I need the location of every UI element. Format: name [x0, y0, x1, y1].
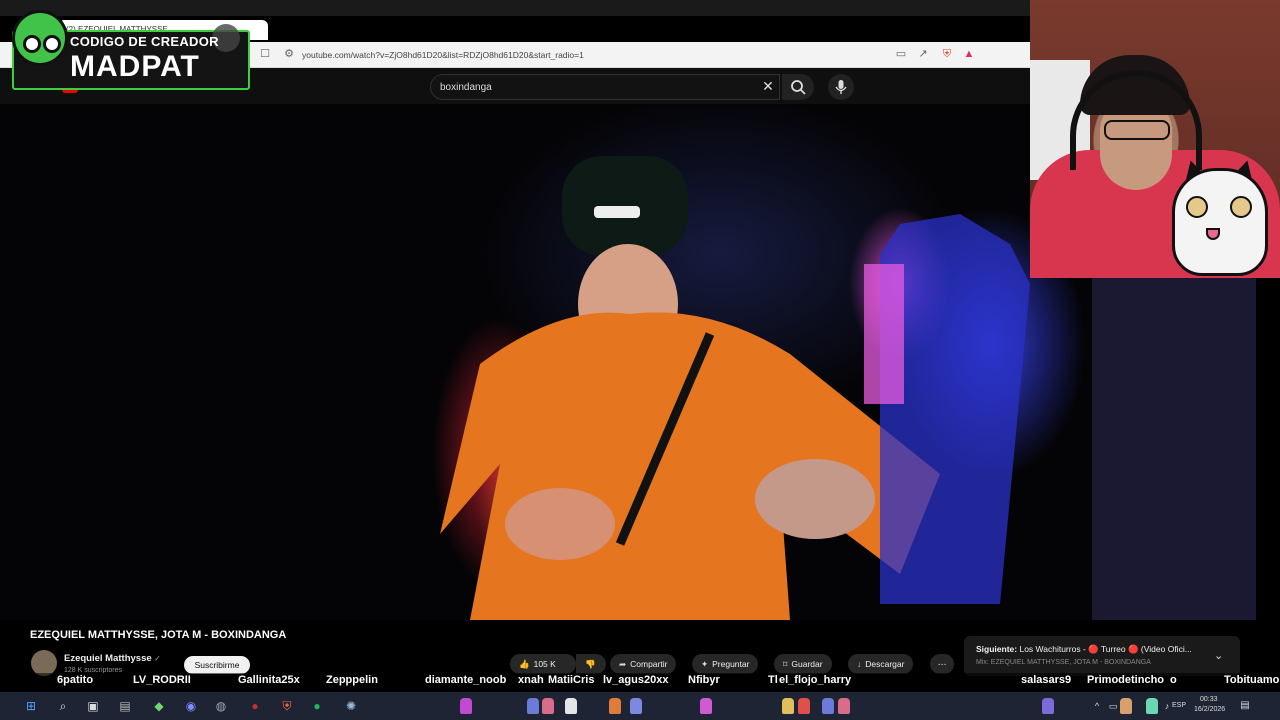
chat-user: Gallinita25x	[238, 674, 300, 686]
channel-name-text: Ezequiel Matthysse	[64, 653, 152, 664]
share-button[interactable]: ➦ Compartir	[610, 654, 677, 674]
app-icon[interactable]: ●	[246, 697, 264, 715]
mascot-eye-left	[23, 35, 41, 53]
chat-user: MatiiCris	[548, 674, 595, 686]
share-page-icon[interactable]: ↗	[916, 47, 930, 61]
chat-sprite-icon	[700, 698, 712, 714]
chat-sprite-icon	[460, 698, 472, 714]
chat-user: diamante_noob	[425, 674, 507, 686]
notifications-icon[interactable]: ▤	[1236, 697, 1254, 715]
thumbs-up-icon: 👍	[519, 659, 530, 669]
chat-user: Primodetincho	[1087, 674, 1165, 686]
language-indicator[interactable]: ESP	[1172, 702, 1186, 709]
up-next-prefix: Siguiente:	[976, 644, 1018, 654]
cat-mascot-icon	[1172, 168, 1268, 276]
creator-code-label: CODIGO DE CREADOR	[70, 34, 219, 49]
bookmark-icon[interactable]: ☐	[258, 47, 272, 61]
share-icon: ➦	[619, 659, 627, 669]
up-next-title: Siguiente: Los Wachiturros - 🔴 Turreo 🔴 …	[976, 644, 1206, 655]
app-icon[interactable]: ◆	[150, 697, 168, 715]
mascot-eye-right	[43, 35, 61, 53]
chat-user: el_flojo_harry	[779, 674, 852, 686]
up-next-video-title: Los Wachiturros - 🔴 Turreo 🔴 (Video Ofic…	[1019, 644, 1192, 654]
save-label: Guardar	[791, 659, 823, 669]
up-next-mix-label: Mix: EZEQUIEL MATTHYSSE, JOTA M - BOXIND…	[976, 659, 1151, 666]
bookmark-save-icon: ⌑	[783, 659, 788, 669]
chat-user: Tobituamo	[1224, 674, 1280, 686]
cat-eye-right	[1230, 196, 1252, 218]
microphone-icon	[835, 80, 847, 94]
browser-tabstrip	[0, 0, 1030, 16]
chat-sprite-icon	[1146, 698, 1158, 714]
like-button[interactable]: 👍 105 K	[510, 654, 576, 674]
ask-label: Preguntar	[712, 659, 750, 669]
subscribe-button[interactable]: Suscribirme	[184, 656, 250, 674]
brave-browser-icon[interactable]: ⛨	[278, 697, 296, 715]
download-label: Descargar	[865, 659, 905, 669]
chat-sprite-icon	[798, 698, 810, 714]
clear-search-icon[interactable]: ✕	[758, 76, 778, 96]
up-next-card[interactable]	[964, 636, 1240, 676]
cast-icon[interactable]: ▭	[894, 47, 908, 61]
download-icon: ↓	[857, 659, 862, 669]
cat-eye-left	[1186, 196, 1208, 218]
chat-sprite-icon	[838, 698, 850, 714]
thumbs-down-icon: 👎	[585, 659, 596, 669]
more-actions-button[interactable]: ⋯	[930, 654, 954, 674]
like-count: 105 K	[533, 659, 556, 669]
windows-start-icon[interactable]: ⊞	[22, 697, 40, 715]
voice-search-button[interactable]	[828, 74, 854, 100]
chat-user: LV_RODRII	[133, 674, 191, 686]
chat-sprite-icon	[822, 698, 834, 714]
save-button[interactable]: ⌑ Guardar	[774, 654, 832, 674]
download-button[interactable]: ↓ Descargar	[848, 654, 914, 674]
chat-sprite-icon	[527, 698, 539, 714]
chat-user: o	[1170, 674, 1177, 686]
file-explorer-icon[interactable]: ▤	[116, 697, 134, 715]
chat-user: salasars9	[1021, 674, 1072, 686]
site-info-icon[interactable]: ⚙	[282, 47, 296, 61]
search-icon	[791, 80, 806, 95]
chat-sprite-icon	[609, 698, 621, 714]
chat-user: xnah	[518, 674, 544, 686]
steam-icon[interactable]: ◍	[212, 697, 230, 715]
chat-user: lv_agus20xx	[603, 674, 669, 686]
search-input[interactable]: boxindanga	[430, 74, 780, 100]
chat-sprite-icon	[542, 698, 554, 714]
channel-name[interactable]: Ezequiel Matthysse ✓	[64, 653, 161, 664]
verified-icon: ✓	[154, 654, 161, 663]
search-icon[interactable]: ⌕	[54, 697, 72, 715]
chat-sprite-icon	[1042, 698, 1054, 714]
video-title: EZEQUIEL MATTHYSSE, JOTA M - BOXINDANGA	[30, 629, 287, 641]
network-icon[interactable]: ▭	[1104, 697, 1122, 715]
mascot-face-icon	[12, 10, 68, 66]
sparkle-icon: ✦	[701, 659, 709, 669]
chat-sprite-icon	[782, 698, 794, 714]
search-button[interactable]	[782, 74, 814, 100]
discord-icon[interactable]: ◉	[182, 697, 200, 715]
spotify-icon[interactable]: ●	[308, 697, 326, 715]
brave-rewards-icon[interactable]: ▲	[962, 47, 976, 61]
clock-date[interactable]: 16/2/2026	[1194, 706, 1225, 713]
chat-user: 6patito	[57, 674, 94, 686]
ask-button[interactable]: ✦ Preguntar	[692, 654, 759, 674]
app-icon[interactable]: ✺	[342, 697, 360, 715]
task-view-icon[interactable]: ▣	[84, 697, 102, 715]
dislike-button[interactable]: 👎	[576, 654, 606, 674]
creator-code-value: MADPAT	[70, 50, 200, 83]
chevron-down-icon[interactable]: ⌄	[1214, 649, 1223, 662]
chat-user: Zepppelin	[326, 674, 378, 686]
chat-sprite-icon	[630, 698, 642, 714]
clock-time[interactable]: 00:33	[1200, 696, 1218, 703]
side-panel	[1092, 278, 1256, 620]
brave-shield-icon[interactable]: ⛨	[940, 47, 954, 61]
chat-user: Tl	[768, 674, 778, 686]
chat-user: Nfibyr	[688, 674, 720, 686]
url-field[interactable]: youtube.com/watch?v=ZjO8hd61D20&list=RDZ…	[296, 46, 916, 64]
chat-sprite-icon	[565, 698, 577, 714]
share-label: Compartir	[630, 659, 668, 669]
